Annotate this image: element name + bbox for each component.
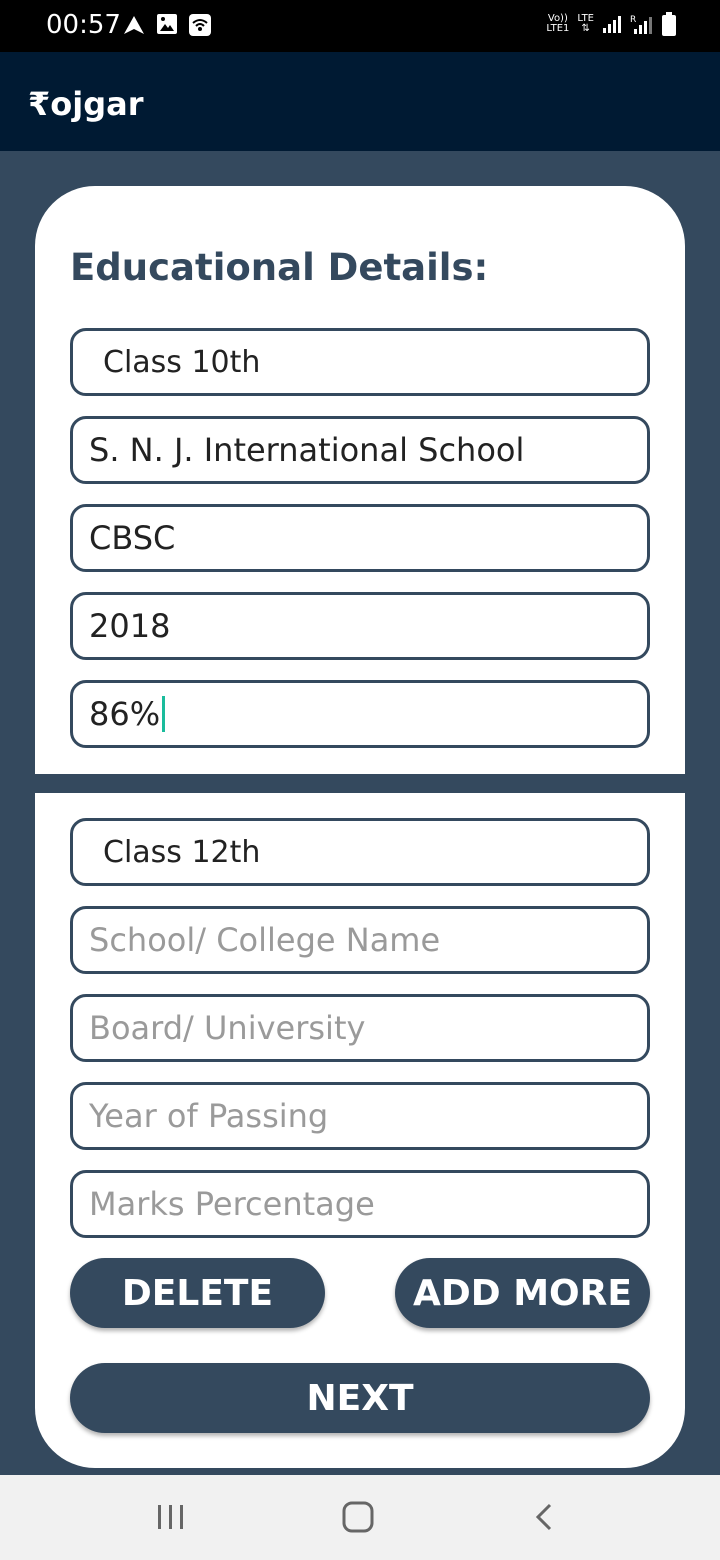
class-10-dropdown[interactable]: Class 10th <box>70 328 650 396</box>
year-value-1: 2018 <box>89 607 171 645</box>
board-field-2[interactable]: Board/ University <box>70 994 650 1062</box>
recent-apps-icon[interactable] <box>155 1497 187 1537</box>
board-field-1[interactable]: CBSC <box>70 504 650 572</box>
education-card-top: Educational Details: Class 10th S. N. J.… <box>35 186 685 774</box>
app-title: ₹ojgar <box>28 85 144 123</box>
volte-indicator: Vo)) LTE1 <box>546 13 570 34</box>
wifi-icon <box>189 14 211 36</box>
marks-field-2[interactable]: Marks Percentage <box>70 1170 650 1238</box>
school-name-placeholder: School/ College Name <box>89 921 441 959</box>
status-bar: 00:57 Vo)) LTE1 LTE ⇅ R <box>0 0 720 52</box>
year-field-1[interactable]: 2018 <box>70 592 650 660</box>
battery-icon <box>662 12 676 36</box>
marks-field-1[interactable]: 86% <box>70 680 650 748</box>
year-placeholder: Year of Passing <box>89 1097 329 1135</box>
class-12-value: Class 12th <box>103 834 261 870</box>
marks-value-1: 86% <box>89 695 161 733</box>
navigation-arrow-icon <box>124 16 144 34</box>
app-bar: ₹ojgar <box>0 52 720 151</box>
text-cursor <box>162 696 166 732</box>
signal-r-icon: R <box>630 15 652 34</box>
lte-indicator: LTE ⇅ <box>577 13 594 34</box>
add-more-button[interactable]: ADD MORE <box>395 1258 650 1328</box>
section-title: Educational Details: <box>70 246 489 289</box>
board-placeholder: Board/ University <box>89 1009 366 1047</box>
home-icon[interactable] <box>340 1497 376 1537</box>
education-card-bottom: Class 12th School/ College Name Board/ U… <box>35 793 685 1468</box>
delete-button[interactable]: DELETE <box>70 1258 325 1328</box>
main-content: Educational Details: Class 10th S. N. J.… <box>0 151 720 1475</box>
class-12-dropdown[interactable]: Class 12th <box>70 818 650 886</box>
svg-text:R: R <box>630 15 636 25</box>
status-time: 00:57 <box>46 10 121 40</box>
board-value-1: CBSC <box>89 519 176 557</box>
system-nav-bar <box>0 1475 720 1560</box>
school-name-field-2[interactable]: School/ College Name <box>70 906 650 974</box>
school-name-value-1: S. N. J. International School <box>89 431 525 469</box>
class-10-value: Class 10th <box>103 344 261 380</box>
marks-placeholder: Marks Percentage <box>89 1185 375 1223</box>
back-icon[interactable] <box>530 1497 562 1537</box>
signal-icon <box>603 16 621 33</box>
next-button[interactable]: NEXT <box>70 1363 650 1433</box>
school-name-field-1[interactable]: S. N. J. International School <box>70 416 650 484</box>
year-field-2[interactable]: Year of Passing <box>70 1082 650 1150</box>
image-icon <box>157 14 177 34</box>
